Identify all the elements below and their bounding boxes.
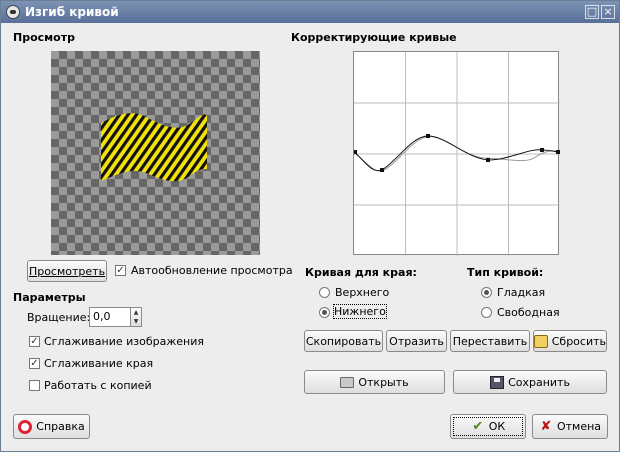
folder-icon (340, 376, 355, 388)
reset-button-label: Сбросить (551, 334, 606, 348)
rotation-input[interactable]: 0,0 (89, 307, 131, 327)
window-title: Изгиб кривой (25, 5, 119, 19)
curve-type-title: Тип кривой: (467, 266, 544, 279)
edge-curve-title: Кривая для края: (305, 266, 417, 279)
preview-section-title: Просмотр (13, 31, 75, 44)
curves-section-title: Корректирующие кривые (291, 31, 457, 44)
help-button[interactable]: Справка (13, 414, 90, 439)
smooth-edges-label: Сглаживание края (44, 357, 154, 370)
title-bar: Изгиб кривой □ × (1, 1, 619, 23)
antialias-label: Сглаживание изображения (44, 335, 204, 348)
maximize-button[interactable]: □ (585, 5, 599, 19)
type-free-label: Свободная (497, 306, 560, 319)
lifebuoy-icon (18, 419, 33, 434)
auto-update-checkbox[interactable]: ✓ (115, 265, 126, 276)
work-on-copy-checkbox[interactable] (29, 380, 40, 391)
mirror-button-label: Отразить (389, 334, 444, 348)
save-button[interactable]: Сохранить (453, 370, 607, 394)
reset-button[interactable]: Сбросить (533, 330, 607, 352)
open-button[interactable]: Открыть (304, 370, 445, 394)
edge-upper-radio[interactable] (319, 287, 330, 298)
curve-editor[interactable] (353, 51, 560, 256)
ok-button[interactable]: ✔ ОК (450, 414, 526, 439)
app-icon[interactable] (6, 5, 20, 19)
params-section-title: Параметры (13, 291, 86, 304)
help-button-label: Справка (36, 420, 85, 433)
rotation-label: Вращение: (27, 311, 91, 324)
preview-canvas (51, 51, 260, 255)
bent-image-preview (101, 113, 207, 182)
auto-update-label: Автообновление просмотра (131, 264, 293, 277)
close-window-button[interactable]: × (601, 5, 615, 19)
preview-button[interactable]: Просмотреть (27, 260, 107, 282)
copy-button-label: Скопировать (305, 334, 382, 348)
curve-graph[interactable] (354, 52, 560, 256)
rotation-spin-buttons[interactable]: ▲ ▼ (130, 307, 142, 327)
smooth-edges-checkbox[interactable]: ✓ (29, 358, 40, 369)
edge-lower-label: Нижнего (333, 304, 387, 319)
check-icon: ✔ (472, 419, 484, 434)
mirror-button[interactable]: Отразить (386, 330, 447, 352)
preview-button-label: Просмотреть (28, 264, 106, 278)
ok-button-label: ОК (488, 420, 506, 433)
floppy-icon (490, 375, 505, 389)
save-button-label: Сохранить (508, 375, 570, 389)
cancel-button-label: Отмена (556, 420, 602, 433)
x-icon: ✘ (540, 419, 552, 434)
type-smooth-radio[interactable] (481, 287, 492, 298)
type-free-radio[interactable] (481, 307, 492, 318)
copy-button[interactable]: Скопировать (304, 330, 383, 352)
edge-upper-label: Верхнего (335, 286, 390, 299)
swap-button[interactable]: Переставить (450, 330, 530, 352)
work-on-copy-label: Работать с копией (44, 379, 152, 392)
edge-lower-radio[interactable] (319, 307, 330, 318)
open-button-label: Открыть (358, 375, 409, 389)
antialias-checkbox[interactable]: ✓ (29, 336, 40, 347)
swap-button-label: Переставить (452, 334, 528, 348)
type-smooth-label: Гладкая (497, 286, 546, 299)
curve-bend-dialog: Изгиб кривой □ × Просмотр Просмотреть ✓ … (0, 0, 620, 452)
reset-icon (534, 334, 548, 348)
cancel-button[interactable]: ✘ Отмена (532, 414, 608, 439)
